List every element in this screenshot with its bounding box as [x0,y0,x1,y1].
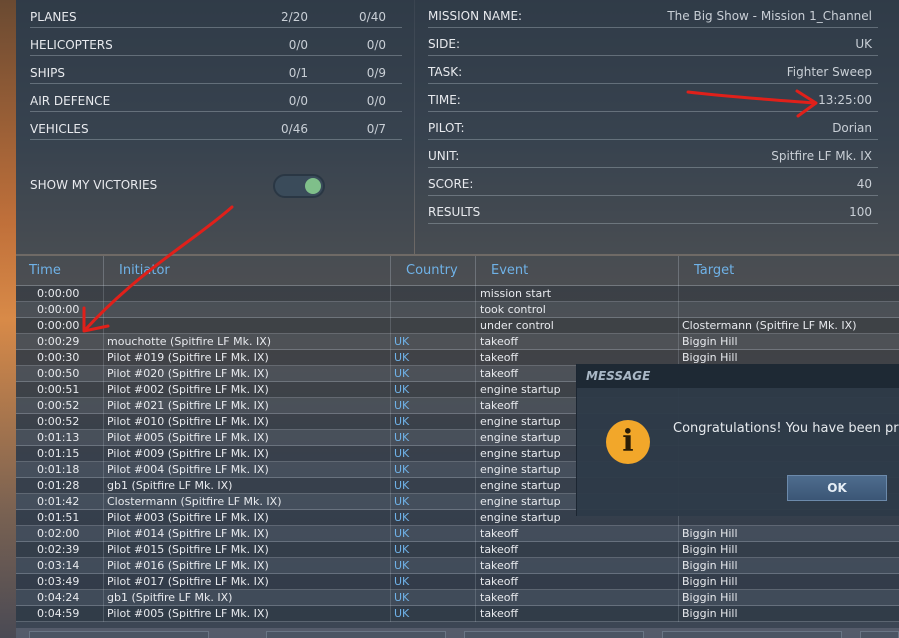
annotation-arrow-victories [83,205,234,332]
annotation-arrow-time [686,90,817,105]
annotation-arrows [82,89,818,333]
